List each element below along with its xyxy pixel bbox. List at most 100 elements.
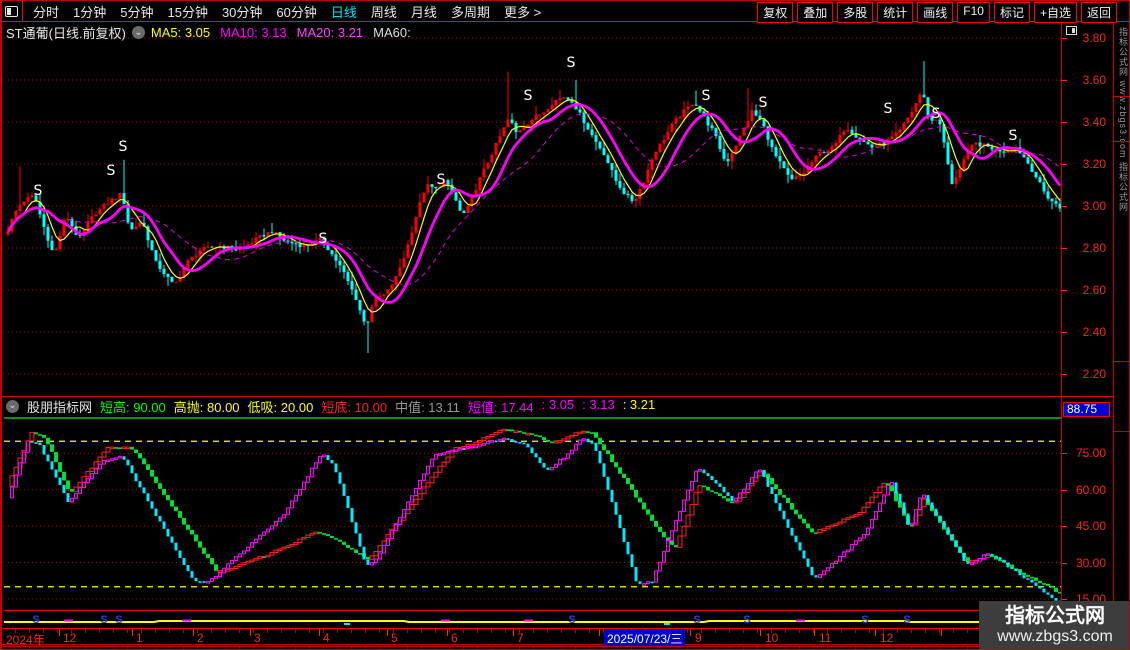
sell-signal-marker: S xyxy=(932,106,941,122)
restore-window-icon[interactable] xyxy=(1066,26,1077,35)
period-item[interactable]: 30分钟 xyxy=(222,2,262,21)
indicator-param: 低吸: 20.00 xyxy=(248,397,314,416)
period-item[interactable]: 多周期 xyxy=(451,2,490,21)
indicator-param: : 3.05 xyxy=(542,397,575,416)
indicator-axis-label: 60.00 xyxy=(1063,483,1106,497)
sell-signal-marker: S xyxy=(437,172,446,188)
indicator-plot[interactable] xyxy=(4,417,1061,612)
strip-sell-marker: S xyxy=(903,614,910,626)
sell-signal-marker: S xyxy=(884,101,893,117)
indicator-param: : 3.13 xyxy=(582,397,615,416)
split-pane-icon xyxy=(5,6,18,17)
tdx-window: 分时 1分钟 5分钟 15分钟 30分钟 60分钟日线周线月线多周期更多 > 复权叠加多股… xyxy=(0,0,1130,650)
period-item[interactable]: 分时 xyxy=(33,2,59,21)
toolbar-button[interactable]: 叠加 xyxy=(797,2,833,23)
indicator-value-badge: 88.75 xyxy=(1063,402,1110,417)
strip-sell-marker: S xyxy=(693,614,700,626)
date-axis: 2024年1212345672025/07/23/三9101112 xyxy=(1,628,1113,645)
chevron-down-icon[interactable]: ⌄ xyxy=(6,400,19,413)
candles-layer xyxy=(7,61,1062,353)
layout-toggle-button[interactable] xyxy=(1,1,23,21)
period-item[interactable]: 周线 xyxy=(371,2,397,21)
site-watermark: 指标公式网 www.zbgs3.com xyxy=(979,601,1130,650)
watermark-url: www.zbgs3.com xyxy=(997,627,1113,647)
sell-signal-marker: S xyxy=(107,163,116,179)
strip-sell-marker: S xyxy=(115,614,122,626)
month-label: 6 xyxy=(451,631,458,645)
period-item[interactable]: 月线 xyxy=(411,2,437,21)
sell-signal-marker: S xyxy=(319,231,328,247)
chart-header: ST通葡(日线.前复权) ⌄ MA5: 3.05MA10: 3.13MA20: … xyxy=(6,25,411,40)
month-label: 5 xyxy=(391,631,398,645)
month-tick xyxy=(132,629,133,636)
indicator-header: ⌄ 股朋指标网 短高: 90.00高抛: 80.00低吸: 20.00短底: 1… xyxy=(6,398,655,414)
month-label: 4 xyxy=(323,631,330,645)
period-item[interactable]: 更多 > xyxy=(504,2,541,21)
month-tick xyxy=(941,629,942,636)
chevron-down-icon[interactable]: ⌄ xyxy=(132,26,145,39)
period-item[interactable]: 1分钟 xyxy=(73,2,106,21)
period-item[interactable]: 15分钟 xyxy=(167,2,207,21)
month-label: 9 xyxy=(695,631,702,645)
indicator-gridlines xyxy=(4,441,1061,599)
indicator-axis-label: 75.00 xyxy=(1063,446,1106,460)
toolbar-button[interactable]: 统计 xyxy=(877,2,913,23)
month-tick xyxy=(814,629,815,636)
month-tick xyxy=(599,629,600,636)
toolbar-button[interactable]: 标记 xyxy=(994,2,1030,23)
sell-signal-marker: S xyxy=(759,95,768,111)
month-label: 2 xyxy=(197,631,204,645)
toolbar-button[interactable]: 多股 xyxy=(837,2,873,23)
price-axis-label: 3.60 xyxy=(1063,73,1106,87)
month-tick xyxy=(513,629,514,636)
month-label: 7 xyxy=(517,631,524,645)
side-strip[interactable]: 指标公式网 www.zbgs3.com 指标公式网 xyxy=(1113,23,1130,650)
toolbar-button[interactable]: 返回 xyxy=(1081,2,1117,23)
period-menu: 分时 1分钟 5分钟 15分钟 30分钟 60分钟日线周线月线多周期更多 > xyxy=(23,2,541,21)
indicator-name: 股朋指标网 xyxy=(27,397,92,416)
minor-ticks xyxy=(1,629,1061,633)
price-axis-label: 3.00 xyxy=(1063,199,1106,213)
toolbar-button[interactable]: +自选 xyxy=(1034,2,1077,23)
price-axis-label: 3.20 xyxy=(1063,157,1106,171)
period-item[interactable]: 日线 xyxy=(331,2,357,21)
sell-signal-marker: S xyxy=(567,55,576,71)
top-toolbar: 分时 1分钟 5分钟 15分钟 30分钟 60分钟日线周线月线多周期更多 > 复权叠加多股… xyxy=(1,1,1130,22)
indicator-param: 高抛: 80.00 xyxy=(174,397,240,416)
ma-value: MA20: 3.21 xyxy=(297,25,364,40)
strip-sell-marker: S xyxy=(100,614,107,626)
month-label: 3 xyxy=(254,631,261,645)
indicator-param: : 3.21 xyxy=(623,397,656,416)
period-item[interactable]: 60分钟 xyxy=(276,2,316,21)
left-frame xyxy=(1,1,2,650)
toolbar-buttons: 复权叠加多股统计画线F10标记+自选返回 xyxy=(757,2,1117,23)
indicator-param: 短值: 17.44 xyxy=(468,397,534,416)
period-item[interactable]: 5分钟 xyxy=(120,2,153,21)
indicator-param: 中值: 13.11 xyxy=(395,397,460,416)
sell-signal-marker: S xyxy=(1009,128,1018,144)
ma-value: MA10: 3.13 xyxy=(220,25,287,40)
indicator-axis-label: 45.00 xyxy=(1063,519,1106,533)
strip-sell-marker: S xyxy=(32,614,39,626)
indicator-param: 短高: 90.00 xyxy=(100,397,166,416)
indicator-axis-label: 30.00 xyxy=(1063,556,1106,570)
axis-divider xyxy=(1061,23,1062,628)
sell-signal-marker: S xyxy=(34,183,43,199)
month-label: 11 xyxy=(819,631,831,645)
month-tick xyxy=(760,629,761,636)
toolbar-button[interactable]: F10 xyxy=(957,2,990,23)
ma-values: MA5: 3.05MA10: 3.13MA20: 3.21MA60: xyxy=(151,25,411,40)
price-axis-label: 3.40 xyxy=(1063,115,1106,129)
sell-signal-marker: S xyxy=(702,88,711,104)
candlestick-plot[interactable] xyxy=(4,23,1061,396)
price-axis-label: 2.20 xyxy=(1063,367,1106,381)
toolbar-button[interactable]: 复权 xyxy=(757,2,793,23)
indicator-params: 短高: 90.00高抛: 80.00低吸: 20.00短底: 10.00中值: … xyxy=(100,397,655,416)
month-tick xyxy=(387,629,388,636)
strip-sell-marker: S xyxy=(743,614,750,626)
bottom-strip xyxy=(1,646,1113,650)
toolbar-button[interactable]: 画线 xyxy=(917,2,953,23)
month-label: 1 xyxy=(136,631,143,645)
side-strip-text: 指标公式网 www.zbgs3.com 指标公式网 xyxy=(1117,27,1130,627)
month-tick xyxy=(447,629,448,636)
